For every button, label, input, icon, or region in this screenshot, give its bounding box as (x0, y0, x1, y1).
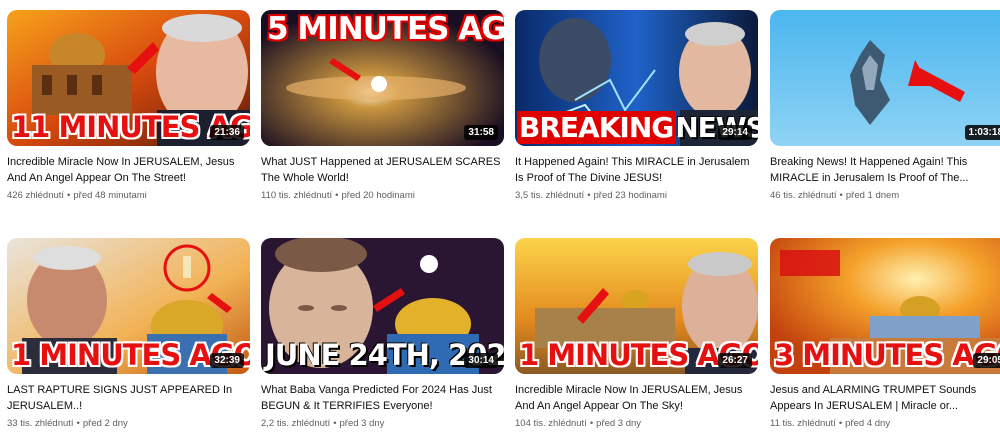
duration-badge: 1:03:18 (964, 125, 1000, 140)
video-meta: 426 zhlédnutí • před 48 minutami (7, 190, 250, 201)
video-title[interactable]: Incredible Miracle Now In JERUSALEM, Jes… (515, 382, 758, 414)
view-count: 104 tis. zhlédnutí (515, 418, 587, 429)
video-thumbnail[interactable]: BREAKINGNEWS! 29:14 (515, 10, 758, 146)
video-grid: 11 MINUTES AGO! 21:36 Incredible Miracle… (0, 0, 1000, 432)
separator-dot: • (838, 418, 843, 429)
thumbnail-overlay-text: 3 MINUTES AGO! (774, 338, 1000, 372)
duration-badge: 26:27 (718, 353, 752, 368)
upload-age: před 48 minutami (73, 190, 147, 201)
video-meta: 2,2 tis. zhlédnutí • před 3 dny (261, 418, 504, 429)
video-card[interactable]: 1 MINUTES AGO! 32:39 LAST RAPTURE SIGNS … (7, 238, 250, 429)
video-card[interactable]: 1 MINUTES AGO! 26:27 Incredible Miracle … (515, 238, 758, 429)
video-meta: 104 tis. zhlédnutí • před 3 dny (515, 418, 758, 429)
separator-dot: • (333, 418, 337, 429)
view-count: 33 tis. zhlédnutí (7, 418, 74, 429)
duration-badge: 29:14 (718, 125, 752, 140)
upload-age: před 4 dny (845, 418, 891, 429)
upload-age: před 3 dny (339, 418, 385, 429)
video-title[interactable]: Incredible Miracle Now In JERUSALEM, Jes… (7, 154, 250, 186)
video-title[interactable]: What JUST Happened at JERUSALEM SCARES T… (261, 154, 504, 186)
video-title[interactable]: Breaking News! It Happened Again! This M… (770, 154, 1000, 186)
overlay-red-word: BREAKING (517, 111, 676, 144)
duration-badge: 32:39 (210, 353, 244, 368)
view-count: 2,2 tis. zhlédnutí (261, 418, 331, 429)
view-count: 426 zhlédnutí (7, 190, 65, 201)
video-thumbnail[interactable]: JUNE 24TH, 2024 30:14 (261, 238, 504, 374)
video-meta: 33 tis. zhlédnutí • před 2 dny (7, 418, 250, 429)
duration-badge: 30:14 (464, 353, 498, 368)
video-thumbnail[interactable]: 5 MINUTES AGO! 31:58 (261, 10, 504, 146)
video-meta: 3,5 tis. zhlédnutí • před 23 hodinami (515, 190, 758, 201)
upload-age: před 3 dny (596, 418, 642, 429)
separator-dot: • (587, 190, 591, 201)
video-thumbnail[interactable]: 1:03:18 (770, 10, 1000, 146)
upload-age: před 20 hodinami (341, 190, 415, 201)
view-count: 3,5 tis. zhlédnutí (515, 190, 585, 201)
separator-dot: • (67, 190, 71, 201)
separator-dot: • (839, 190, 843, 201)
video-thumbnail[interactable]: 1 MINUTES AGO! 26:27 (515, 238, 758, 374)
video-card[interactable]: 3 MINUTES AGO! 29:05 Jesus and ALARMING … (770, 238, 1000, 429)
video-meta: 46 tis. zhlédnutí • před 1 dnem (770, 190, 1000, 201)
duration-badge: 31:58 (464, 125, 498, 140)
separator-dot: • (589, 418, 594, 429)
video-thumbnail[interactable]: 11 MINUTES AGO! 21:36 (7, 10, 250, 146)
video-title[interactable]: LAST RAPTURE SIGNS JUST APPEARED In JERU… (7, 382, 250, 414)
thumbnail-overlay-text: 5 MINUTES AGO! (267, 11, 504, 47)
video-title[interactable]: It Happened Again! This MIRACLE in Jerus… (515, 154, 758, 186)
video-title[interactable]: What Baba Vanga Predicted For 2024 Has J… (261, 382, 504, 414)
upload-age: před 23 hodinami (593, 190, 667, 201)
video-meta: 11 tis. zhlédnutí • před 4 dny (770, 418, 1000, 429)
video-card[interactable]: JUNE 24TH, 2024 30:14 What Baba Vanga Pr… (261, 238, 504, 429)
video-thumbnail[interactable]: 1 MINUTES AGO! 32:39 (7, 238, 250, 374)
video-thumbnail[interactable]: 3 MINUTES AGO! 29:05 (770, 238, 1000, 374)
upload-age: před 1 dnem (845, 190, 900, 201)
view-count: 46 tis. zhlédnutí (770, 190, 837, 201)
separator-dot: • (76, 418, 80, 429)
separator-dot: • (335, 190, 339, 201)
video-card[interactable]: 1:03:18 Breaking News! It Happened Again… (770, 10, 1000, 201)
video-meta: 110 tis. zhlédnutí • před 20 hodinami (261, 190, 504, 201)
video-title[interactable]: Jesus and ALARMING TRUMPET Sounds Appear… (770, 382, 1000, 414)
upload-age: před 2 dny (82, 418, 128, 429)
view-count: 11 tis. zhlédnutí (770, 418, 836, 429)
duration-badge: 29:05 (973, 353, 1000, 368)
view-count: 110 tis. zhlédnutí (261, 190, 333, 201)
duration-badge: 21:36 (210, 125, 244, 140)
video-card[interactable]: 11 MINUTES AGO! 21:36 Incredible Miracle… (7, 10, 250, 201)
video-card[interactable]: BREAKINGNEWS! 29:14 It Happened Again! T… (515, 10, 758, 201)
video-card[interactable]: 5 MINUTES AGO! 31:58 What JUST Happened … (261, 10, 504, 201)
